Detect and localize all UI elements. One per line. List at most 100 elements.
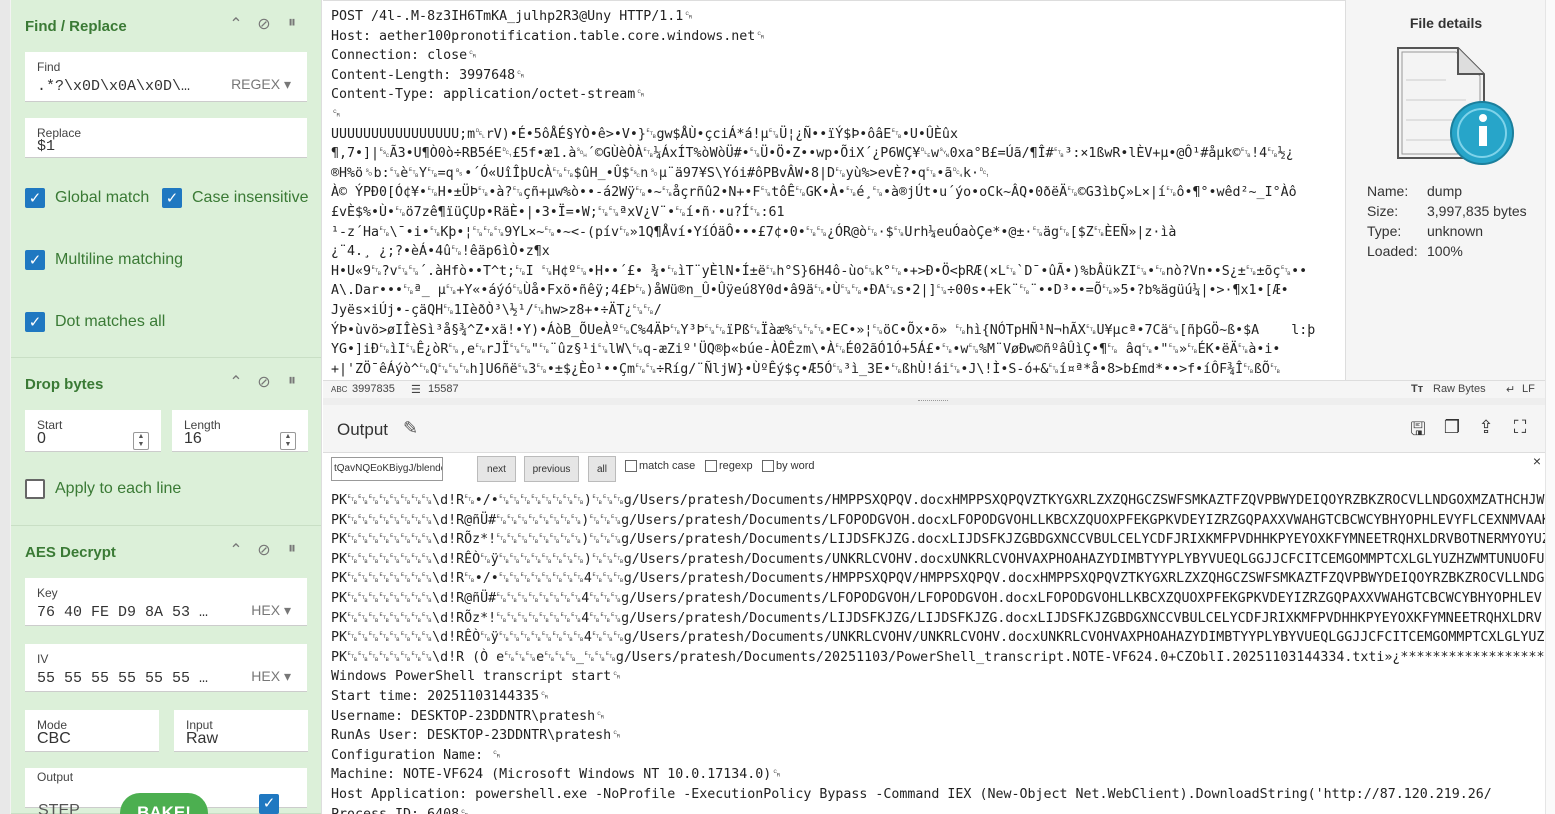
- splitter-grip[interactable]: [918, 400, 948, 402]
- output-line: Start time: 20251103144335␍: [331, 688, 550, 704]
- eol-selector[interactable]: LF: [1522, 383, 1535, 395]
- key-field[interactable]: Key 76 40 FE D9 8A 53 … HEX ▾: [25, 578, 307, 626]
- search-input[interactable]: tQavNQEoKBiygJ/blender.bin: [331, 457, 443, 481]
- multiline-checkbox[interactable]: ✓ Multiline matching: [25, 250, 183, 270]
- length-field[interactable]: Length 16 ▲ ▼: [172, 410, 308, 452]
- regexp-option[interactable]: regexp: [705, 460, 753, 472]
- apply-each-line-checkbox[interactable]: Apply to each line: [25, 479, 181, 499]
- file-size-label: Size:: [1367, 203, 1399, 219]
- find-label: Find: [37, 60, 61, 74]
- output-pane[interactable]: PK␗␗␗␗␗␗␗␗\d!R␗•/•␗␗␗␗␗␗␗␗)␗␗␗g/Users/pr…: [323, 487, 1545, 814]
- bake-button[interactable]: BAKE!: [120, 793, 208, 814]
- output-line: Configuration Name: ␍: [331, 747, 502, 763]
- disable-icon[interactable]: ⊘: [254, 372, 274, 392]
- breakpoint-icon[interactable]: ⏸: [282, 372, 302, 390]
- input-line: H•U«9␗?v␗␗´.àHfò••T^t;␗I ␗H¢º␗•H••´£• ¾•…: [331, 263, 1308, 279]
- operation-title: Find / Replace: [25, 18, 127, 35]
- output-line: Machine: NOTE-VF624 (Microsoft Windows N…: [331, 767, 782, 783]
- lines-icon: ☰: [411, 384, 421, 396]
- output-header: Output ✎ 🖫 ❐ ⇪ ⛶: [323, 405, 1545, 453]
- output-line: RunAs User: DESKTOP-23DDNTR\pratesh␍: [331, 728, 622, 744]
- iv-field[interactable]: IV 55 55 55 55 55 55 … HEX ▾: [25, 644, 307, 692]
- breakpoint-icon[interactable]: ⏸: [282, 14, 302, 32]
- char-count: 3997835: [352, 383, 395, 395]
- output-search-bar: tQavNQEoKBiygJ/blender.bin next previous…: [323, 453, 1545, 487]
- maximize-icon[interactable]: ⛶: [1509, 417, 1531, 438]
- mode-field[interactable]: Mode CBC: [25, 710, 159, 752]
- checkbox-icon: [25, 479, 45, 499]
- iv-input[interactable]: 55 55 55 55 55 55 …: [37, 670, 232, 687]
- find-mode-dropdown[interactable]: REGEX ▾: [231, 76, 291, 93]
- cyberchef-window: Find / Replace ⌃ ⊘ ⏸ Find .*?\x0D\x0A\x0…: [0, 0, 1555, 814]
- length-input[interactable]: 16: [184, 430, 202, 448]
- file-name-value: dump: [1427, 183, 1463, 199]
- caret-down-icon: ▾: [283, 668, 291, 684]
- output-line: PK␗␗␗␗␗␗␗␗\d!R@ñÜ#␗␗␗␗␗␗␗␗)␗␗␗g/Users/pr…: [331, 512, 1545, 528]
- output-line: PK␗␗␗␗␗␗␗␗\d!R␗•/•␗␗␗␗␗␗␗␗)␗␗␗g/Users/pr…: [331, 493, 1545, 508]
- step-button[interactable]: STEP: [38, 802, 80, 814]
- file-name-label: Name:: [1367, 183, 1409, 199]
- find-field[interactable]: Find .*?\x0D\x0A\x0D\… REGEX ▾: [25, 52, 307, 102]
- start-field[interactable]: Start 0 ▲ ▼: [25, 410, 161, 452]
- input-status-bar: ABC 3997835 ☰ 15587 Tт Raw Bytes ↵ LF: [323, 380, 1545, 398]
- output-line: Process ID: 6408␍: [331, 806, 470, 814]
- match-case-option[interactable]: match case: [625, 460, 695, 472]
- case-insensitive-checkbox[interactable]: ✓ Case insensitive: [162, 188, 309, 208]
- output-textarea[interactable]: PK␗␗␗␗␗␗␗␗\d!R␗•/•␗␗␗␗␗␗␗␗)␗␗␗g/Users/pr…: [331, 491, 1545, 814]
- breakpoint-icon[interactable]: ⏸: [282, 540, 302, 558]
- input-line: ␍: [331, 106, 342, 122]
- magic-wand-icon[interactable]: ✎: [403, 418, 418, 439]
- start-stepper[interactable]: ▲ ▼: [133, 432, 149, 450]
- output-line: PK␗␗␗␗␗␗␗␗\d!RÕz*!␗␗␗␗␗␗␗␗4␗␗␗g/Users/pr…: [331, 610, 1542, 626]
- text-encoding-icon: Tт: [1411, 383, 1424, 395]
- output-line: PK␗␗␗␗␗␗␗␗\d!RÕz*!␗␗␗␗␗␗␗␗)␗␗␗g/Users/pr…: [331, 532, 1545, 548]
- eol-icon: ↵: [1506, 384, 1516, 396]
- file-loaded-row: Loaded: 100%: [1367, 243, 1463, 259]
- key-input[interactable]: 76 40 FE D9 8A 53 …: [37, 604, 232, 621]
- auto-bake-checkbox[interactable]: ✓: [259, 794, 279, 814]
- input-line: ®H%ö␎b:␗è␗Y␗=q␈•´Ó«UîÎþUcÀ␗␗$ûH_•Û$␛n␎µ¨…: [331, 165, 990, 181]
- collapse-icon[interactable]: ⌃: [226, 372, 246, 392]
- input-textarea[interactable]: POST /4l-.M-8z3IH6TmKA_julhp2R3@Uny HTTP…: [331, 7, 1315, 379]
- iv-format-dropdown[interactable]: HEX ▾: [251, 668, 291, 685]
- output-line: Username: DESKTOP-23DDNTR\pratesh␍: [331, 708, 606, 724]
- operation-aes-decrypt: AES Decrypt ⌃ ⊘ ⏸ Key 76 40 FE D9 8A 53 …: [11, 526, 321, 814]
- close-search-icon[interactable]: ×: [1533, 453, 1541, 469]
- save-icon[interactable]: 🖫: [1407, 417, 1429, 447]
- search-next-button[interactable]: next: [477, 456, 516, 482]
- search-previous-button[interactable]: previous: [524, 456, 579, 482]
- checkmark-icon: ✓: [162, 188, 182, 208]
- dotall-checkbox[interactable]: ✓ Dot matches all: [25, 312, 165, 332]
- input-format-field[interactable]: Input Raw: [174, 710, 308, 752]
- pane-splitter[interactable]: [323, 398, 1545, 405]
- replace-input[interactable]: $1: [37, 138, 55, 155]
- input-line: Content-Type: application/octet-stream␍: [331, 87, 646, 103]
- key-format-dropdown[interactable]: HEX ▾: [251, 602, 291, 619]
- checkbox-icon: [625, 460, 637, 472]
- file-info-icon: [1397, 47, 1514, 165]
- file-type-value: unknown: [1427, 223, 1484, 239]
- collapse-icon[interactable]: ⌃: [226, 540, 246, 560]
- by-word-option[interactable]: by word: [762, 460, 815, 472]
- length-stepper[interactable]: ▲ ▼: [280, 432, 296, 450]
- key-format-label: HEX: [251, 602, 281, 618]
- disable-icon[interactable]: ⊘: [254, 14, 274, 34]
- mode-select[interactable]: CBC: [37, 730, 71, 748]
- search-all-button[interactable]: all: [588, 456, 616, 482]
- disable-icon[interactable]: ⊘: [254, 540, 274, 560]
- copy-icon[interactable]: ❐: [1441, 417, 1463, 438]
- replace-field[interactable]: Replace $1: [25, 118, 307, 158]
- input-pane[interactable]: POST /4l-.M-8z3IH6TmKA_julhp2R3@Uny HTTP…: [323, 0, 1345, 380]
- file-details-title: File details: [1409, 15, 1483, 31]
- input-format-select[interactable]: Raw: [186, 730, 218, 748]
- find-input[interactable]: .*?\x0D\x0A\x0D\…: [37, 78, 212, 95]
- encoding-selector[interactable]: Raw Bytes: [1433, 383, 1486, 395]
- caret-down-icon: ▾: [283, 76, 291, 92]
- input-line: UUUUUUUUUUUUUUUU;m␡rV)•É•5ôÅÉ§YÒ•ê>•V•}␗…: [331, 126, 958, 142]
- replace-input-icon[interactable]: ⇪: [1475, 417, 1497, 438]
- output-line: PK␗␗␗␗␗␗␗␗\d!R (Ò e␗␗␗e␗␗␗_␗␗␗g/Users/pr…: [331, 649, 1545, 665]
- input-line: A\.Dar•••␗ª_ µ␗+Y«•áýó␗Ùå•Fxö•ñêÿ;4£Þ␗)å…: [331, 283, 1289, 299]
- global-match-checkbox[interactable]: ✓ Global match: [25, 188, 149, 208]
- collapse-icon[interactable]: ⌃: [226, 14, 246, 34]
- start-input[interactable]: 0: [37, 430, 46, 448]
